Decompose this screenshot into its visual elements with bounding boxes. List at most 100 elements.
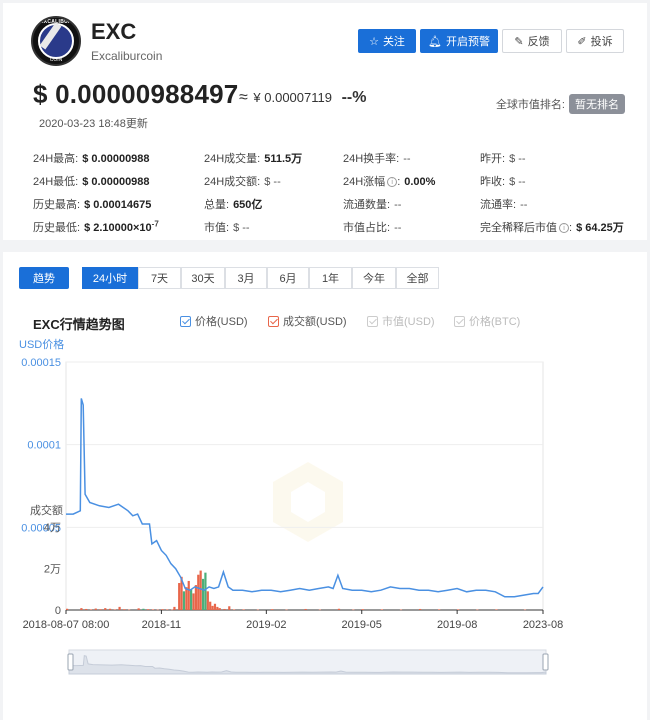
volume-bar: [201, 578, 205, 610]
bell-icon: 🔔︎: [428, 35, 442, 48]
volume-bar: [256, 609, 259, 611]
volume-bar: [337, 608, 341, 610]
navigator-handle-right[interactable]: [542, 653, 549, 671]
follow-button[interactable]: ☆ 关注: [358, 29, 416, 53]
volume-bar: [147, 609, 150, 610]
stat-fdv: 完全稀释后市值 i: $ 64.25万: [480, 222, 624, 234]
volume-bar: [206, 591, 209, 610]
y-axis-label-volume: 成交额: [30, 503, 63, 517]
volume-bar: [104, 608, 107, 610]
y-tick-label-price: 0.0001: [27, 440, 61, 452]
volume-bar: [108, 608, 112, 610]
volume-bar: [197, 574, 200, 610]
stat-atl: 历史最低: $ 2.10000×10-7: [33, 219, 159, 234]
stat-vol24: 24H成交量: 511.5万: [204, 153, 303, 165]
volume-bar: [242, 609, 245, 610]
volume-bar: [113, 609, 116, 610]
volume-bar: [399, 609, 403, 611]
price-cny: ¥ 0.00007119: [253, 90, 332, 105]
watermark-logo: [273, 462, 343, 542]
volume-bar: [380, 609, 384, 610]
price-secondary: ≈ ¥ 0.00007119 --%: [239, 89, 367, 106]
volume-bar: [194, 585, 197, 610]
update-time: 2020-03-23 18:48更新: [39, 118, 148, 130]
volume-bar: [170, 609, 174, 611]
stat-open: 昨开: $ --: [480, 153, 526, 165]
volume-bar: [89, 609, 93, 610]
volume-bar: [192, 593, 195, 610]
volume-bar: [80, 608, 83, 610]
volume-bar: [85, 608, 88, 610]
volume-bar: [99, 609, 102, 610]
stat-turnover24: 24H成交额: $ --: [204, 176, 281, 188]
volume-bar: [161, 609, 164, 610]
navigator-handle-left[interactable]: [67, 653, 74, 671]
alert-button[interactable]: 🔔︎ 开启预警: [420, 29, 498, 53]
volume-bar: [304, 608, 307, 610]
y-tick-label-volume: 0: [55, 605, 61, 617]
edit-icon: ✎: [514, 35, 524, 48]
coin-header-card: EXCALIBUR COIN EXC Excaliburcoin ☆ 关注 🔔︎…: [3, 3, 647, 240]
rank-badge: 暂无排名: [569, 94, 625, 114]
y-tick-label-price: 0.00015: [21, 357, 61, 369]
x-tick-label: 2018-11: [142, 619, 182, 631]
volume-bar: [187, 580, 190, 610]
y-axis-label-price: USD价格: [19, 337, 64, 351]
volume-bar: [204, 572, 207, 610]
volume-bar: [495, 609, 498, 610]
global-rank: 全球市值排名: 暂无排名: [496, 94, 625, 114]
volume-bar: [218, 608, 221, 610]
coin-name: Excaliburcoin: [91, 49, 163, 63]
price-usd: $ 0.00000988497: [33, 79, 239, 109]
y-tick-label-volume: 2万: [44, 564, 61, 576]
stat-low24: 24H最低: $ 0.00000988: [33, 176, 150, 188]
volume-bar: [190, 589, 193, 610]
pen-icon: ✐: [577, 35, 587, 48]
feedback-button[interactable]: ✎ 反馈: [502, 29, 562, 53]
price-change: --%: [341, 89, 367, 106]
coin-symbol: EXC: [91, 19, 137, 44]
complain-button[interactable]: ✐ 投诉: [566, 29, 624, 53]
volume-bar: [142, 608, 145, 610]
volume-bar: [228, 606, 231, 610]
info-icon[interactable]: i: [559, 223, 569, 234]
x-tick-label: 2019-05: [342, 619, 382, 631]
stat-mcap: 市值: $ --: [204, 222, 250, 234]
info-icon[interactable]: i: [387, 177, 398, 188]
x-tick-label: 2023-08: [523, 619, 563, 631]
range-24h[interactable]: 24小时: [82, 267, 138, 289]
volume-bar: [285, 609, 288, 611]
volume-bar: [523, 609, 527, 611]
volume-bar: [476, 609, 479, 611]
volume-bar: [418, 608, 422, 610]
volume-bar: [185, 587, 188, 610]
stat-mcap-share: 市值占比: --: [343, 222, 402, 234]
volume-bar: [173, 606, 176, 610]
volume-bar: [232, 609, 236, 610]
stat-circ-rate: 流通率: --: [480, 199, 528, 211]
volume-bar: [213, 603, 217, 610]
volume-bar: [178, 583, 181, 610]
volume-bar: [352, 609, 355, 611]
stat-high24: 24H最高: $ 0.00000988: [33, 153, 150, 165]
volume-bar: [438, 609, 441, 610]
volume-bar: [211, 605, 214, 610]
stat-circulating: 流通数量: --: [343, 199, 402, 211]
volume-bar: [182, 591, 186, 610]
x-tick-label: 2019-02: [246, 619, 286, 631]
chart-card: 趋势 24小时 7天 30天 3月 6月 1年 今年 全部 EXC行情趋势图 价…: [3, 252, 647, 720]
y-tick-label-volume: 4万: [44, 522, 61, 534]
x-tick-label: 2019-08: [437, 619, 477, 631]
stat-turnover-rate: 24H换手率: --: [343, 153, 411, 165]
star-icon: ☆: [369, 35, 379, 48]
stat-change24: 24H涨幅 i:0.00%: [343, 176, 436, 188]
volume-bar: [123, 609, 126, 610]
price-chart[interactable]: USD价格0.000150.00010.00005成交额4万2万02018-08…: [3, 252, 647, 720]
volume-bar: [318, 609, 322, 611]
stat-supply: 总量: 650亿: [204, 199, 263, 211]
volume-bar: [137, 608, 140, 610]
volume-bar: [361, 609, 364, 610]
volume-bar: [151, 609, 155, 610]
volume-bar: [271, 609, 274, 610]
volume-bar: [457, 609, 460, 610]
